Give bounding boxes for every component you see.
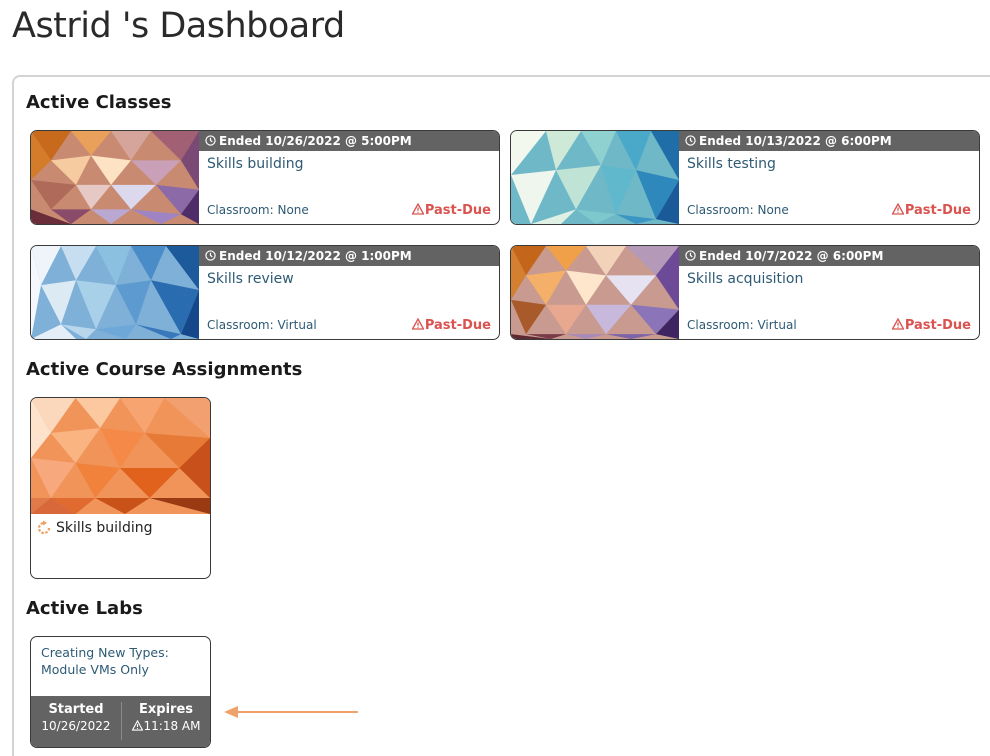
class-title-link[interactable]: Skills building: [207, 156, 303, 172]
class-ended-bar: Ended 10/12/2022 @ 1:00PM: [199, 246, 499, 266]
in-progress-icon: [37, 520, 51, 535]
active-labs-heading: Active Labs: [26, 598, 143, 619]
warning-icon: [131, 720, 143, 731]
class-ended-text: Ended 10/7/2022 @ 6:00PM: [699, 249, 884, 263]
class-classroom: Classroom: None: [207, 203, 309, 217]
expires-value: 11:18 AM: [143, 719, 201, 733]
active-courses-heading: Active Course Assignments: [26, 359, 303, 380]
class-card[interactable]: Ended 10/13/2022 @ 6:00PM Skills testing…: [510, 130, 980, 225]
status-badge: Past-Due: [411, 203, 491, 218]
started-label: Started: [48, 702, 104, 717]
class-title-link[interactable]: Skills review: [207, 271, 294, 287]
warning-icon: [891, 318, 904, 330]
class-ended-text: Ended 10/13/2022 @ 6:00PM: [699, 134, 892, 148]
clock-icon: [685, 250, 696, 261]
class-card[interactable]: Ended 10/7/2022 @ 6:00PM Skills acquisit…: [510, 245, 980, 340]
annotation-arrow: [224, 706, 358, 718]
warning-icon: [411, 318, 424, 330]
lab-card[interactable]: Creating New Types: Module VMs Only Star…: [30, 636, 211, 748]
status-badge: Past-Due: [891, 318, 971, 333]
lab-started: Started 10/26/2022: [31, 702, 121, 733]
expires-row: 11:18 AM: [121, 719, 210, 733]
lab-title-link[interactable]: Creating New Types: Module VMs Only: [41, 644, 201, 678]
class-title-link[interactable]: Skills acquisition: [687, 271, 803, 287]
class-thumbnail: [31, 246, 199, 339]
class-thumbnail: [511, 131, 679, 224]
status-badge: Past-Due: [891, 203, 971, 218]
lab-footer: Started 10/26/2022 Expires 11:18 AM: [31, 696, 210, 747]
class-ended-text: Ended 10/26/2022 @ 5:00PM: [219, 134, 412, 148]
course-thumbnail: [31, 398, 210, 514]
class-classroom: Classroom: None: [687, 203, 789, 217]
class-ended-bar: Ended 10/7/2022 @ 6:00PM: [679, 246, 979, 266]
class-ended-bar: Ended 10/26/2022 @ 5:00PM: [199, 131, 499, 151]
class-thumbnail: [31, 131, 199, 224]
active-classes-heading: Active Classes: [26, 92, 172, 113]
started-value: 10/26/2022: [41, 719, 111, 733]
class-ended-text: Ended 10/12/2022 @ 1:00PM: [219, 249, 412, 263]
status-text: Past-Due: [904, 318, 971, 333]
class-card[interactable]: Ended 10/26/2022 @ 5:00PM Skills buildin…: [30, 130, 500, 225]
status-text: Past-Due: [424, 203, 491, 218]
warning-icon: [891, 203, 904, 215]
expires-label: Expires: [139, 702, 193, 717]
status-text: Past-Due: [424, 318, 491, 333]
clock-icon: [205, 135, 216, 146]
page-title: Astrid 's Dashboard: [12, 6, 345, 46]
course-card[interactable]: Skills building: [30, 397, 211, 579]
class-title-link[interactable]: Skills testing: [687, 156, 776, 172]
warning-icon: [411, 203, 424, 215]
clock-icon: [685, 135, 696, 146]
class-classroom: Classroom: Virtual: [687, 318, 797, 332]
status-badge: Past-Due: [411, 318, 491, 333]
class-ended-bar: Ended 10/13/2022 @ 6:00PM: [679, 131, 979, 151]
status-text: Past-Due: [904, 203, 971, 218]
class-classroom: Classroom: Virtual: [207, 318, 317, 332]
course-title: Skills building: [56, 520, 153, 536]
class-thumbnail: [511, 246, 679, 339]
course-item[interactable]: Skills building: [35, 519, 152, 537]
class-card[interactable]: Ended 10/12/2022 @ 1:00PM Skills review …: [30, 245, 500, 340]
clock-icon: [205, 250, 216, 261]
lab-expires: Expires 11:18 AM: [121, 702, 210, 733]
